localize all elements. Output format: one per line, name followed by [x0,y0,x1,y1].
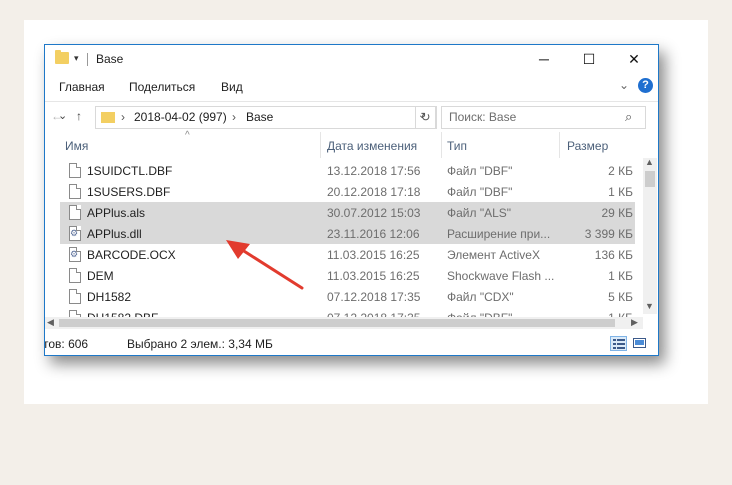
annotation-arrow [226,240,304,290]
